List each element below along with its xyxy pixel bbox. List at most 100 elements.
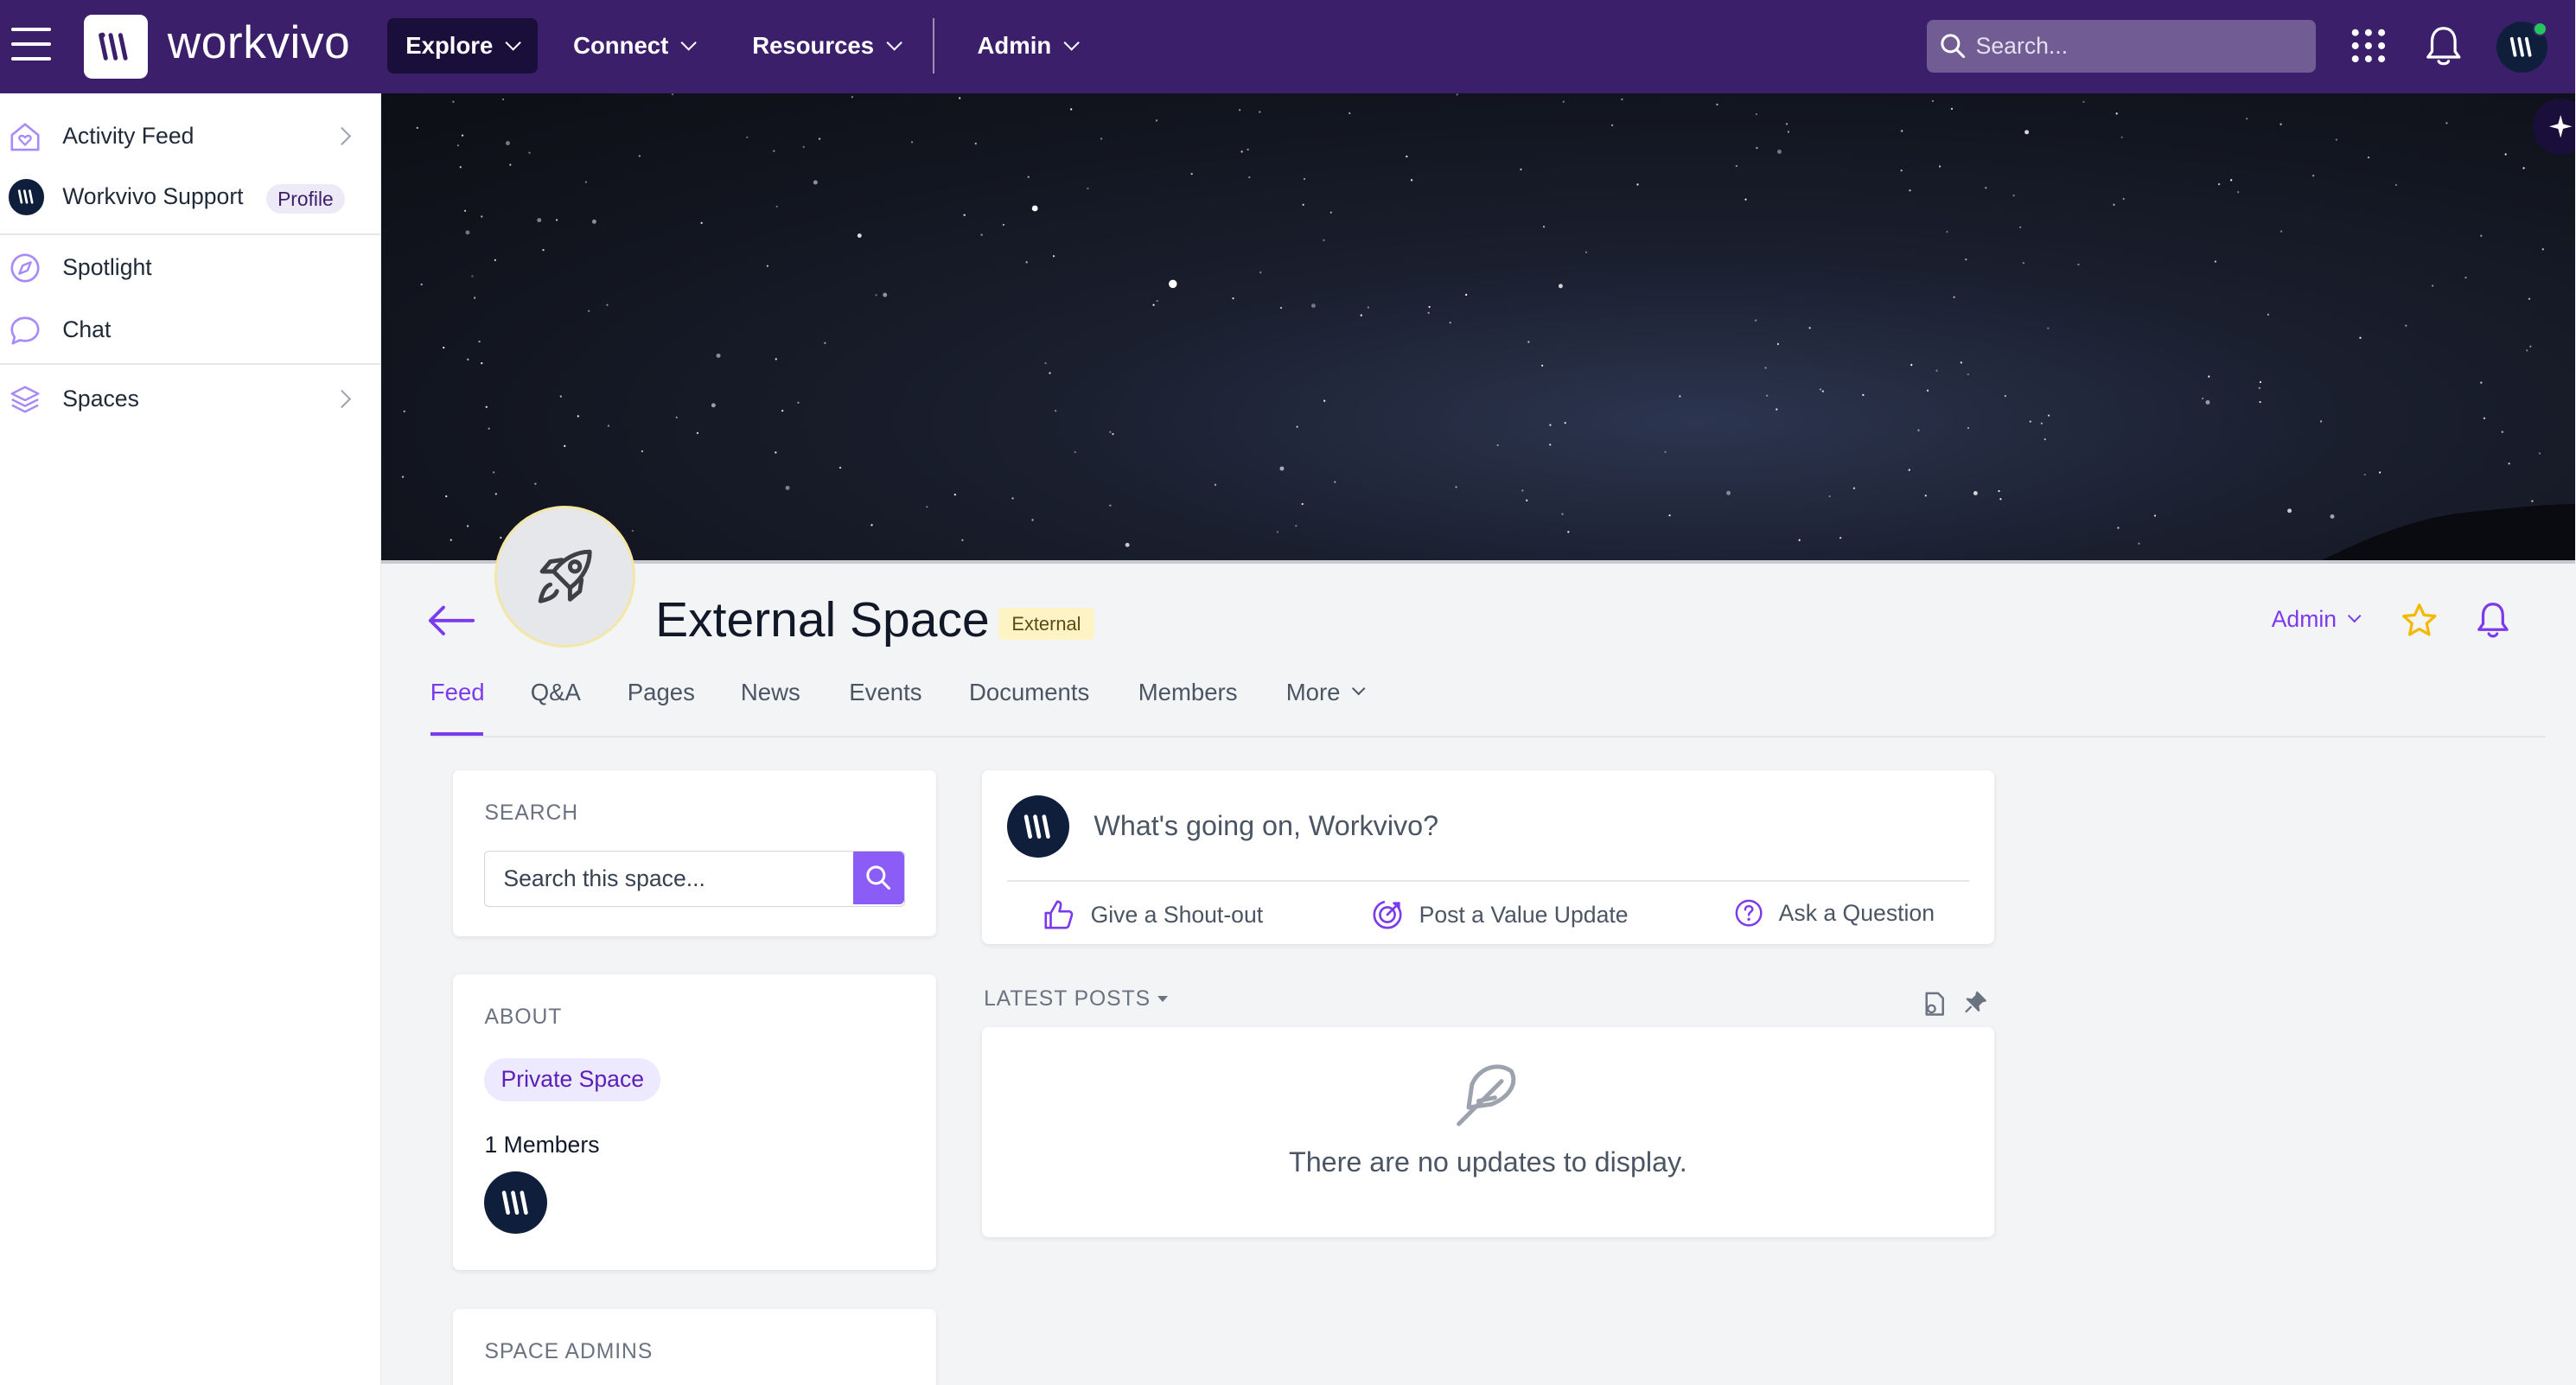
online-status-dot	[2532, 21, 2547, 36]
privacy-badge: Private Space	[484, 1057, 661, 1101]
sidebar-item-spotlight[interactable]: Spotlight	[0, 238, 381, 297]
nav-connect[interactable]: Connect	[555, 18, 712, 74]
nav-admin-label: Admin	[977, 32, 1052, 60]
chevron-down-icon	[1063, 34, 1081, 51]
post-composer: What's going on, Workvivo? Give a Shout-…	[982, 770, 1994, 945]
chevron-down-icon	[505, 34, 522, 51]
members-count[interactable]: 1 Members	[484, 1132, 599, 1158]
star-icon[interactable]	[2400, 601, 2439, 641]
post-value-update-button[interactable]: Post a Value Update	[1371, 898, 1629, 931]
sidebar-item-label: Chat	[62, 316, 112, 343]
layers-icon	[10, 386, 39, 413]
tab-events[interactable]: Events	[849, 679, 921, 706]
top-navigation-bar: workvivo Explore Connect Resources Admin	[0, 0, 2576, 94]
about-card: ABOUT Private Space 1 Members	[453, 973, 936, 1270]
tab-more[interactable]: More	[1285, 678, 1366, 706]
tab-news[interactable]: News	[741, 679, 800, 706]
search-card: SEARCH	[453, 770, 936, 936]
sidebar-item-workvivo-support[interactable]: Workvivo Support Profile	[0, 168, 381, 227]
chevron-right-icon	[332, 389, 351, 409]
nav-explore-label: Explore	[405, 32, 494, 60]
space-avatar	[494, 506, 636, 648]
give-shout-out-button[interactable]: Give a Shout-out	[1043, 898, 1263, 931]
latest-posts-label: LATEST POSTS	[984, 986, 1151, 1011]
target-icon	[1373, 900, 1403, 929]
sidebar-item-label: Activity Feed	[62, 123, 194, 150]
post-value-update-label: Post a Value Update	[1419, 901, 1629, 928]
nav-admin[interactable]: Admin	[960, 18, 1096, 74]
space-admins-card: SPACE ADMINS	[453, 1309, 936, 1385]
sidebar-item-chat[interactable]: Chat	[0, 301, 381, 360]
chevron-down-icon	[886, 34, 903, 51]
space-bell-icon[interactable]	[2475, 601, 2511, 641]
tab-feed[interactable]: Feed	[430, 679, 485, 706]
workvivo-logo-icon[interactable]	[83, 15, 148, 80]
thumbs-up-icon	[1044, 900, 1074, 929]
space-search-input[interactable]	[485, 852, 853, 906]
rocket-icon	[538, 549, 592, 603]
feed-empty-state: There are no updates to display.	[982, 1026, 1994, 1237]
space-search	[484, 851, 905, 907]
home-heart-icon	[10, 123, 40, 151]
chevron-right-icon	[332, 126, 351, 146]
space-admins-label: SPACE ADMINS	[484, 1340, 654, 1364]
sidebar-divider	[0, 233, 381, 235]
starfield-image	[401, 93, 2576, 562]
member-avatar[interactable]	[484, 1171, 547, 1234]
back-arrow-icon[interactable]	[427, 601, 476, 641]
profile-badge[interactable]: Profile	[265, 183, 346, 214]
sidebar-item-label: Spaces	[62, 386, 139, 412]
mountain-silhouette	[2318, 504, 2576, 562]
ask-question-label: Ask a Question	[1778, 899, 1935, 926]
search-icon	[866, 865, 891, 890]
empty-feed-message: There are no updates to display.	[1288, 1146, 1687, 1178]
global-search[interactable]	[1926, 19, 2316, 73]
space-admin-dropdown[interactable]: Admin	[2271, 606, 2362, 633]
sidebar-divider	[0, 362, 381, 365]
latest-posts-filter[interactable]: LATEST POSTS	[984, 987, 1168, 1012]
cover-edge	[380, 559, 2576, 564]
question-circle-icon	[1735, 899, 1763, 927]
chevron-down-icon	[680, 34, 698, 51]
space-admin-label: Admin	[2271, 606, 2337, 633]
nav-resources-label: Resources	[752, 32, 875, 60]
nav-connect-label: Connect	[573, 32, 669, 60]
composer-divider	[1006, 880, 1970, 883]
sidebar-item-label: Workvivo Support	[62, 183, 244, 210]
nav-divider	[933, 17, 935, 74]
chat-bubble-icon	[10, 316, 40, 345]
global-search-input[interactable]	[1975, 32, 2305, 60]
tab-pages[interactable]: Pages	[628, 679, 695, 706]
sparkle-icon	[2548, 114, 2573, 138]
sidebar-item-activity-feed[interactable]: Activity Feed	[0, 106, 381, 165]
caret-down-icon	[1157, 996, 1168, 1002]
search-card-label: SEARCH	[484, 801, 579, 826]
apps-grid-icon[interactable]	[2350, 28, 2387, 64]
compass-icon	[10, 253, 40, 283]
tab-more-label: More	[1285, 678, 1341, 705]
pin-icon[interactable]	[1964, 991, 1987, 1014]
sidebar-item-spaces[interactable]: Spaces	[0, 369, 381, 428]
tab-documents[interactable]: Documents	[969, 679, 1089, 706]
workvivo-support-avatar	[8, 179, 45, 215]
draft-document-icon[interactable]	[1922, 991, 1948, 1017]
ask-question-button[interactable]: Ask a Question	[1734, 898, 1935, 928]
space-cover-image	[380, 93, 2576, 562]
feather-icon	[1456, 1064, 1515, 1127]
composer-avatar	[1006, 795, 1069, 858]
nav-explore[interactable]: Explore	[387, 17, 538, 74]
space-title: External Space	[655, 592, 990, 648]
nav-resources[interactable]: Resources	[734, 18, 918, 74]
search-icon	[1941, 34, 1965, 59]
brand-name[interactable]: workvivo	[168, 16, 350, 69]
give-shout-out-label: Give a Shout-out	[1090, 901, 1264, 928]
menu-icon[interactable]	[11, 28, 51, 64]
chevron-down-icon	[1351, 681, 1366, 696]
composer-input[interactable]: What's going on, Workvivo?	[1094, 810, 1438, 842]
sidebar: Activity Feed Workvivo Support Profile S…	[0, 93, 381, 1385]
bell-icon[interactable]	[2424, 25, 2464, 67]
space-search-button[interactable]	[852, 852, 904, 904]
about-card-label: ABOUT	[484, 1005, 563, 1029]
tab-members[interactable]: Members	[1138, 679, 1238, 706]
tab-qa[interactable]: Q&A	[531, 679, 581, 706]
